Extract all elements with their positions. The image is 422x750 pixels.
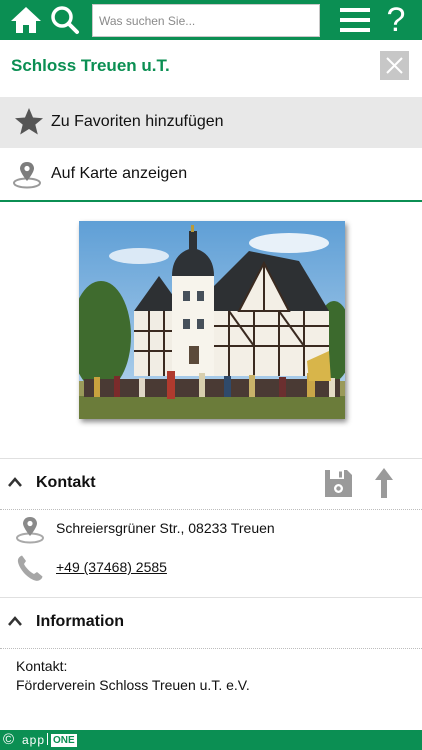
address-text: Schreiersgrüner Str., 08233 Treuen (56, 520, 275, 536)
share-button[interactable] (374, 467, 394, 499)
menu-button[interactable] (340, 7, 370, 33)
info-line-2: Förderverein Schloss Treuen u.T. e.V. (16, 677, 250, 693)
title-row: Schloss Treuen u.T. (0, 40, 422, 96)
phone-icon (17, 555, 43, 581)
add-to-favorites-button[interactable]: Zu Favoriten hinzufügen (0, 97, 422, 148)
map-pin-icon (13, 162, 41, 189)
search-input[interactable] (92, 4, 320, 37)
address-row[interactable]: Schreiersgrüner Str., 08233 Treuen (0, 508, 422, 548)
brand-app-text: app (22, 733, 46, 747)
arrow-up-icon (375, 468, 393, 498)
help-button[interactable]: ? (382, 2, 410, 38)
chevron-up-icon (8, 616, 22, 626)
home-icon (11, 7, 41, 33)
copyright-icon: © (3, 731, 15, 748)
information-title: Information (36, 613, 124, 630)
close-icon (386, 57, 403, 74)
chevron-up-icon (8, 477, 22, 487)
save-icon (325, 470, 352, 497)
castle-image (79, 221, 345, 419)
footer-bar: © app ONE (0, 730, 422, 750)
phone-row: +49 (37468) 2585 (0, 547, 422, 587)
add-to-favorites-label: Zu Favoriten hinzufügen (51, 113, 224, 130)
help-icon: ? (386, 1, 406, 39)
brand-one-text: ONE (51, 734, 77, 747)
search-button[interactable] (50, 5, 80, 35)
information-body: Kontakt: Förderverein Schloss Treuen u.T… (16, 657, 406, 695)
appone-logo[interactable]: app ONE (22, 732, 77, 748)
page-title: Schloss Treuen u.T. (11, 56, 170, 75)
home-button[interactable] (10, 6, 42, 34)
map-pin-icon (16, 517, 44, 544)
kontakt-section-header[interactable]: Kontakt (0, 458, 422, 510)
info-line-1: Kontakt: (16, 658, 68, 674)
phone-link[interactable]: +49 (37468) 2585 (56, 559, 167, 575)
brand-separator (47, 733, 49, 745)
save-contact-button[interactable] (323, 468, 354, 499)
menu-icon (340, 8, 370, 32)
show-on-map-label: Auf Karte anzeigen (51, 165, 188, 182)
close-button[interactable] (380, 51, 409, 80)
show-on-map-button[interactable]: Auf Karte anzeigen (0, 148, 422, 202)
kontakt-title: Kontakt (36, 474, 96, 491)
search-icon (51, 6, 79, 34)
information-section-header[interactable]: Information (0, 597, 422, 649)
star-icon (15, 108, 43, 135)
top-bar: ? (0, 0, 422, 40)
castle-photo (79, 221, 345, 419)
